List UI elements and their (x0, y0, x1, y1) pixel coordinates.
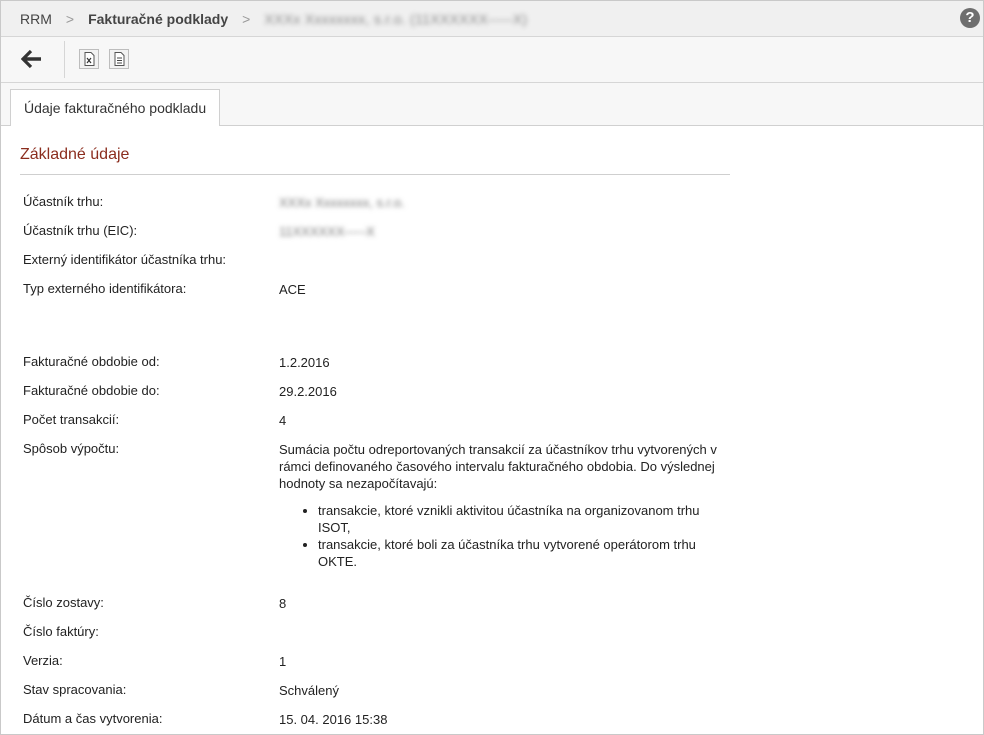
created-at-value: 15. 04. 2016 15:38 (279, 712, 388, 727)
transaction-count-value: 4 (279, 413, 287, 428)
participant-eic-label: Účastník trhu (EIC): (23, 223, 138, 238)
period-to-label: Fakturačné obdobie do: (23, 383, 160, 398)
transaction-count-label: Počet transakcií: (23, 412, 120, 427)
external-id-label: Externý identifikátor účastníka trhu: (23, 252, 227, 267)
period-from-label: Fakturačné obdobie od: (23, 354, 160, 369)
status-label: Stav spracovania: (23, 682, 127, 697)
list-item: transakcie, ktoré boli za účastníka trhu… (318, 536, 729, 570)
document-export-button[interactable] (109, 49, 129, 69)
participant-value: XXXx Xxxxxxxx, s.r.o. (279, 195, 405, 210)
breadcrumb-section[interactable]: Fakturačné podklady (88, 11, 228, 27)
chevron-right-icon: > (242, 10, 251, 27)
tab-bar: Údaje fakturačného podkladu (1, 83, 983, 126)
version-label: Verzia: (23, 653, 63, 668)
version-value: 1 (279, 654, 287, 669)
report-number-label: Číslo zostavy: (23, 595, 104, 610)
help-icon[interactable]: ? (960, 8, 980, 28)
toolbar-divider (64, 41, 65, 78)
arrow-left-icon[interactable] (21, 48, 43, 70)
list-item: transakcie, ktoré vznikli aktivitou účas… (318, 502, 729, 536)
calc-method-text: Sumácia počtu odreportovaných transakcií… (279, 442, 717, 491)
participant-eic-value: 11XXXXXX-----X (279, 224, 375, 239)
created-at-label: Dátum a čas vytvorenia: (23, 711, 163, 726)
section-divider (20, 174, 730, 175)
calc-method-value: Sumácia počtu odreportovaných transakcií… (279, 441, 729, 570)
status-value: Schválený (279, 683, 339, 698)
document-icon (114, 52, 125, 66)
period-from-value: 1.2.2016 (279, 355, 330, 370)
toolbar (1, 37, 983, 83)
excel-export-button[interactable] (79, 49, 99, 69)
chevron-right-icon: > (65, 10, 75, 27)
invoice-number-label: Číslo faktúry: (23, 624, 99, 639)
report-number-value: 8 (279, 596, 287, 611)
calc-method-list: transakcie, ktoré vznikli aktivitou účas… (279, 502, 729, 570)
period-to-value: 29.2.2016 (279, 384, 337, 399)
participant-label: Účastník trhu: (23, 194, 104, 209)
breadcrumb-root[interactable]: RRM (20, 11, 52, 27)
external-id-type-label: Typ externého identifikátora: (23, 281, 187, 296)
excel-export-icon (84, 52, 95, 66)
tab-invoice-data[interactable]: Údaje fakturačného podkladu (10, 89, 221, 126)
app-window: RRM > Fakturačné podklady > XXXx Xxxxxxx… (0, 0, 984, 735)
breadcrumb-record: XXXx Xxxxxxxx, s.r.o. (11XXXXXX-----X) (264, 10, 528, 27)
section-title: Základné údaje (20, 146, 130, 163)
breadcrumb: RRM > Fakturačné podklady > XXXx Xxxxxxx… (1, 1, 983, 37)
calc-method-label: Spôsob výpočtu: (23, 441, 120, 456)
external-id-type-value: ACE (279, 282, 306, 297)
